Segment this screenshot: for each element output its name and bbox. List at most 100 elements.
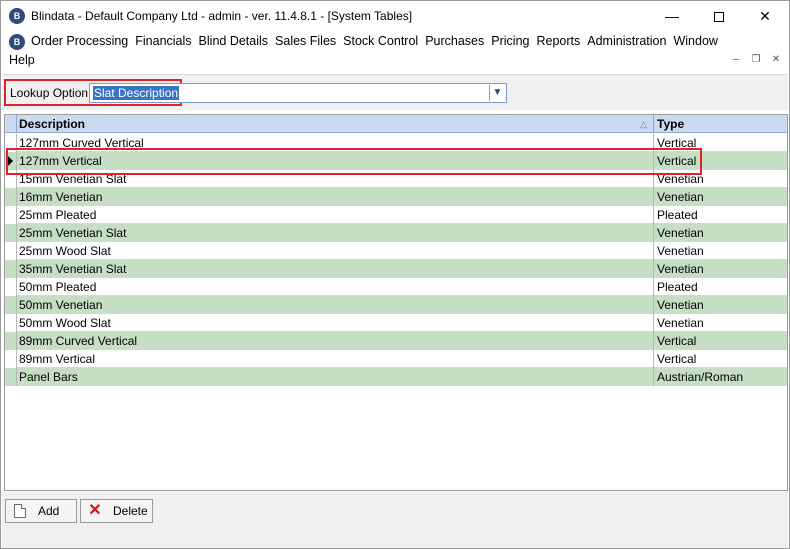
lookup-label: Lookup Option: [10, 86, 92, 100]
close-button[interactable]: ✕ [742, 1, 788, 31]
menu-item-blind-details[interactable]: Blind Details [199, 34, 275, 48]
menu-item-sales-files[interactable]: Sales Files [275, 34, 343, 48]
cell-description[interactable]: 16mm Venetian [18, 188, 654, 206]
cell-type[interactable]: Pleated [655, 206, 787, 224]
delete-x-icon: ✕ [88, 502, 102, 519]
column-header-description-label: Description [19, 117, 86, 131]
cell-description[interactable]: 89mm Vertical [18, 350, 654, 368]
cell-type[interactable]: Venetian [655, 242, 787, 260]
row-selector[interactable] [5, 278, 17, 296]
row-selector[interactable] [5, 206, 17, 224]
table-row[interactable]: 25mm Wood Slat Venetian [5, 242, 787, 260]
cell-type[interactable]: Venetian [655, 188, 787, 206]
menu-help[interactable]: Help [9, 53, 42, 67]
delete-button[interactable]: ✕ Delete [80, 499, 153, 523]
row-selector[interactable] [5, 368, 17, 386]
lookup-bar: Lookup Option: Slat Description ▼ [2, 74, 788, 110]
cell-type[interactable]: Venetian [655, 296, 787, 314]
row-selector[interactable] [5, 188, 17, 206]
table-row[interactable]: 15mm Venetian Slat Venetian [5, 170, 787, 188]
sort-ascending-icon: △ [640, 119, 647, 129]
mdi-minimize-button[interactable]: – [729, 53, 743, 67]
table-row[interactable]: 50mm Wood Slat Venetian [5, 314, 787, 332]
cell-description[interactable]: 127mm Curved Vertical [18, 134, 654, 152]
row-selector[interactable] [5, 242, 17, 260]
app-window: B Blindata - Default Company Ltd - admin… [0, 0, 790, 549]
new-document-icon [12, 503, 28, 519]
table-header: Description △ Type [5, 115, 787, 133]
menu-item-window[interactable]: Window [673, 34, 724, 48]
table-row[interactable]: 127mm Curved Vertical Vertical [5, 134, 787, 152]
cell-description[interactable]: 50mm Venetian [18, 296, 654, 314]
delete-button-label: Delete [113, 504, 148, 518]
row-selector[interactable] [5, 260, 17, 278]
menu-item-order-processing[interactable]: Order Processing [31, 34, 135, 48]
row-selector[interactable] [5, 134, 17, 152]
table-row[interactable]: 89mm Vertical Vertical [5, 350, 787, 368]
maximize-button[interactable] [696, 1, 742, 31]
cell-type[interactable]: Venetian [655, 260, 787, 278]
row-selector[interactable] [5, 332, 17, 350]
table-row[interactable]: 16mm Venetian Venetian [5, 188, 787, 206]
row-selector[interactable] [5, 152, 17, 170]
mdi-close-button[interactable]: ✕ [769, 53, 783, 67]
column-header-type[interactable]: Type [655, 115, 787, 133]
cell-description[interactable]: 35mm Venetian Slat [18, 260, 654, 278]
menu-item-stock-control[interactable]: Stock Control [343, 34, 425, 48]
minimize-button[interactable]: — [649, 1, 695, 31]
table-row[interactable]: 89mm Curved Vertical Vertical [5, 332, 787, 350]
cell-type[interactable]: Venetian [655, 170, 787, 188]
cell-type[interactable]: Vertical [655, 134, 787, 152]
cell-type[interactable]: Vertical [655, 332, 787, 350]
column-header-description[interactable]: Description △ [18, 115, 654, 133]
table-row[interactable]: 50mm Pleated Pleated [5, 278, 787, 296]
row-selector[interactable] [5, 314, 17, 332]
table-row[interactable]: 35mm Venetian Slat Venetian [5, 260, 787, 278]
chevron-down-icon[interactable]: ▼ [489, 85, 505, 101]
add-button-label: Add [38, 504, 60, 518]
cell-description[interactable]: 25mm Pleated [18, 206, 654, 224]
cell-type[interactable]: Vertical [655, 152, 787, 170]
table-row[interactable]: Panel Bars Austrian/Roman [5, 368, 787, 386]
bottom-toolbar: Add ✕ Delete [2, 492, 788, 548]
cell-description[interactable]: 127mm Vertical [18, 152, 654, 170]
cell-type[interactable]: Austrian/Roman [655, 368, 787, 386]
mdi-child-logo-icon[interactable]: B [9, 34, 25, 50]
row-indicator-header [5, 115, 17, 133]
cell-type[interactable]: Pleated [655, 278, 787, 296]
cell-type[interactable]: Venetian [655, 314, 787, 332]
table-row[interactable]: 50mm Venetian Venetian [5, 296, 787, 314]
menu-item-purchases[interactable]: Purchases [425, 34, 491, 48]
cell-description[interactable]: Panel Bars [18, 368, 654, 386]
menu-item-administration[interactable]: Administration [587, 34, 673, 48]
cell-type[interactable]: Vertical [655, 350, 787, 368]
cell-description[interactable]: 15mm Venetian Slat [18, 170, 654, 188]
title-bar: B Blindata - Default Company Ltd - admin… [1, 1, 789, 31]
lookup-selected-value: Slat Description [93, 86, 180, 100]
menu-item-pricing[interactable]: Pricing [491, 34, 536, 48]
cell-description[interactable]: 25mm Venetian Slat [18, 224, 654, 242]
menu-items: Order Processing Financials Blind Details S… [31, 34, 725, 48]
row-selector[interactable] [5, 296, 17, 314]
cell-description[interactable]: 50mm Wood Slat [18, 314, 654, 332]
row-selector[interactable] [5, 224, 17, 242]
mdi-restore-button[interactable]: ❐ [749, 53, 763, 67]
mdi-controls: – ❐ ✕ [729, 53, 783, 67]
slat-table: Description △ Type 127mm Curved Vertical… [4, 114, 788, 491]
table-row[interactable]: 127mm Vertical Vertical [5, 152, 787, 170]
cell-description[interactable]: 89mm Curved Vertical [18, 332, 654, 350]
blindata-logo-icon: B [9, 8, 25, 24]
menu-item-reports[interactable]: Reports [536, 34, 587, 48]
lookup-option-select[interactable]: Slat Description ▼ [89, 83, 507, 103]
cell-description[interactable]: 50mm Pleated [18, 278, 654, 296]
row-selector[interactable] [5, 350, 17, 368]
cell-type[interactable]: Venetian [655, 224, 787, 242]
table-row[interactable]: 25mm Pleated Pleated [5, 206, 787, 224]
add-button[interactable]: Add [5, 499, 77, 523]
maximize-icon [714, 12, 724, 23]
cell-description[interactable]: 25mm Wood Slat [18, 242, 654, 260]
row-selector[interactable] [5, 170, 17, 188]
menu-item-financials[interactable]: Financials [135, 34, 198, 48]
current-row-arrow-icon [8, 156, 13, 166]
table-row[interactable]: 25mm Venetian Slat Venetian [5, 224, 787, 242]
